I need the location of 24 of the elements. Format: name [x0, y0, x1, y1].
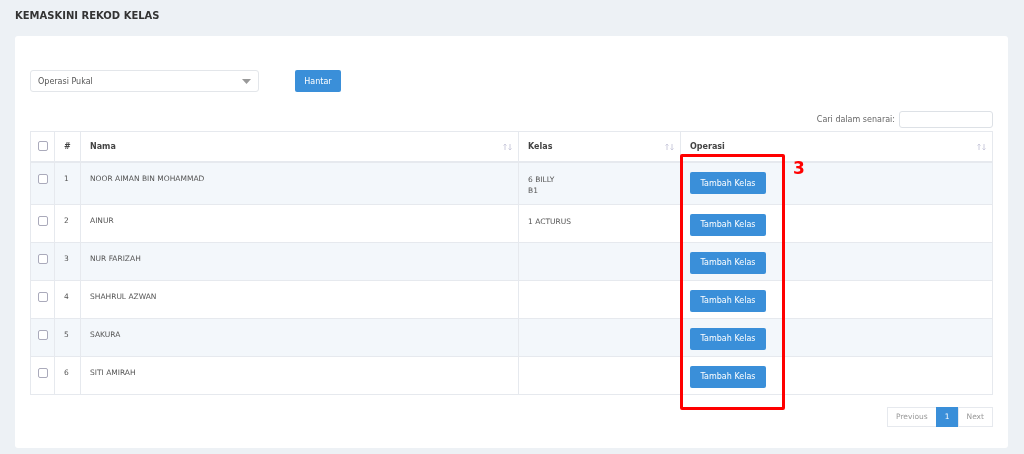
row-checkbox[interactable] [38, 215, 48, 226]
add-class-button[interactable]: Tambah Kelas [690, 172, 766, 194]
row-checkbox[interactable] [38, 367, 48, 378]
submit-button[interactable]: Hantar [295, 70, 341, 92]
search-label: Cari dalam senarai: [816, 115, 895, 124]
row-checkbox[interactable] [38, 253, 48, 264]
annotation-number: 3 [793, 158, 805, 178]
add-class-button[interactable]: Tambah Kelas [690, 251, 766, 274]
page-title: KEMASKINI REKOD KELAS [15, 10, 160, 21]
caret-icon [242, 78, 251, 84]
sort-icon[interactable] [503, 142, 512, 151]
sort-icon[interactable] [977, 142, 986, 151]
row-checkbox[interactable] [38, 174, 48, 184]
row-checkbox[interactable] [38, 291, 48, 302]
row-checkbox[interactable] [38, 329, 48, 340]
sort-icon[interactable] [665, 142, 674, 151]
column-header[interactable]: # [64, 142, 74, 151]
add-class-button[interactable]: Tambah Kelas [690, 365, 766, 388]
add-class-button[interactable]: Tambah Kelas [690, 327, 766, 350]
search-field[interactable] [899, 111, 993, 128]
select-all-checkbox[interactable] [38, 140, 48, 151]
add-class-button[interactable]: Tambah Kelas [690, 213, 766, 236]
bulk-action-select[interactable]: Operasi Pukal [30, 70, 259, 92]
add-class-button[interactable]: Tambah Kelas [690, 289, 766, 312]
